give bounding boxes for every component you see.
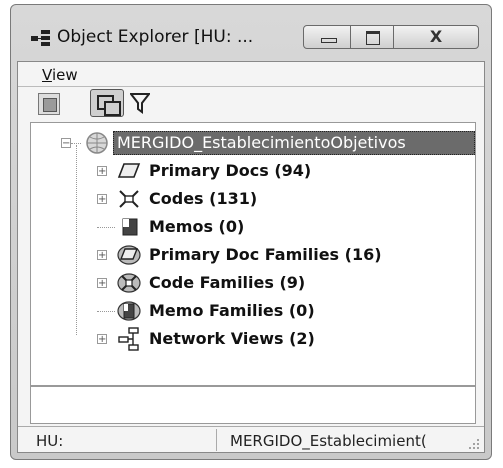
primary-doc-icon xyxy=(117,163,141,178)
menu-bar: View xyxy=(18,62,484,87)
split-view-button[interactable] xyxy=(90,89,124,117)
toolbar xyxy=(18,87,484,119)
tree-item-codes[interactable]: + Codes (131) xyxy=(31,187,477,211)
window-title: Object Explorer [HU: ... xyxy=(57,27,254,47)
status-bar: HU: MERGIDO_Establecimient( xyxy=(18,426,484,453)
tree-connector xyxy=(71,143,81,144)
minimize-icon xyxy=(321,38,337,43)
tree-item-label: Memo Families (0) xyxy=(149,301,315,320)
network-view-icon xyxy=(118,327,139,351)
menu-view-rest: iew xyxy=(51,66,78,84)
close-icon: X xyxy=(429,27,443,46)
tree-connector xyxy=(97,311,115,312)
minimize-button[interactable] xyxy=(303,25,351,49)
filter-icon[interactable] xyxy=(130,92,150,114)
tree-item-code-families[interactable]: + Code Families (9) xyxy=(31,271,477,295)
status-divider xyxy=(216,429,217,451)
globe-project-icon xyxy=(86,132,108,154)
maximize-icon xyxy=(366,31,380,45)
tree-item-label: Code Families (9) xyxy=(149,273,306,292)
tree-item-label: Network Views (2) xyxy=(149,329,315,348)
menu-view[interactable]: View xyxy=(42,66,78,84)
tree-item-label: Primary Docs (94) xyxy=(149,161,312,180)
single-pane-icon xyxy=(43,98,57,112)
tree-item-primary-docs[interactable]: + Primary Docs (94) xyxy=(31,159,477,183)
title-bar[interactable]: Object Explorer [HU: ... X xyxy=(11,5,491,61)
expand-icon[interactable]: + xyxy=(97,250,107,261)
client-area: View − MERGIDO_EstablecimientoObjetivos … xyxy=(17,61,485,453)
memo-icon xyxy=(122,218,138,236)
menu-view-mnemonic: V xyxy=(42,66,52,84)
expand-icon[interactable]: + xyxy=(97,194,107,205)
tree-item-label: Codes (131) xyxy=(149,189,258,208)
tree-item-label: Primary Doc Families (16) xyxy=(149,245,382,264)
maximize-button[interactable] xyxy=(350,25,394,49)
tree-item-network-views[interactable]: + Network Views (2) xyxy=(31,327,477,351)
primary-doc-family-icon xyxy=(117,245,141,265)
single-pane-button[interactable] xyxy=(38,93,60,115)
code-family-icon xyxy=(117,273,141,293)
resize-grip-icon[interactable] xyxy=(468,438,480,450)
split-view-icon-front xyxy=(104,101,121,116)
expand-icon[interactable]: + xyxy=(97,166,107,177)
tree-item-memos[interactable]: Memos (0) xyxy=(31,215,477,239)
object-explorer-window: Object Explorer [HU: ... X View − MERGID… xyxy=(10,4,492,460)
expand-icon[interactable]: + xyxy=(97,278,107,289)
status-hu-label: HU: xyxy=(36,432,64,450)
object-explorer-icon xyxy=(31,30,50,46)
comment-input[interactable] xyxy=(30,386,476,424)
collapse-icon[interactable]: − xyxy=(61,138,71,149)
tree-connector xyxy=(97,227,115,228)
object-tree[interactable]: − MERGIDO_EstablecimientoObjetivos + Pri… xyxy=(30,122,476,386)
tree-root-node[interactable]: − MERGIDO_EstablecimientoObjetivos xyxy=(31,131,477,155)
tree-item-primary-doc-families[interactable]: + Primary Doc Families (16) xyxy=(31,243,477,267)
expand-icon[interactable]: + xyxy=(97,334,107,345)
tree-item-label: Memos (0) xyxy=(149,217,245,236)
codes-icon xyxy=(119,190,139,208)
close-button[interactable]: X xyxy=(393,25,479,49)
tree-item-memo-families[interactable]: Memo Families (0) xyxy=(31,299,477,323)
status-project-name: MERGIDO_Establecimient( xyxy=(230,432,427,450)
tree-root-label[interactable]: MERGIDO_EstablecimientoObjetivos xyxy=(113,131,475,155)
memo-family-icon xyxy=(117,301,141,321)
